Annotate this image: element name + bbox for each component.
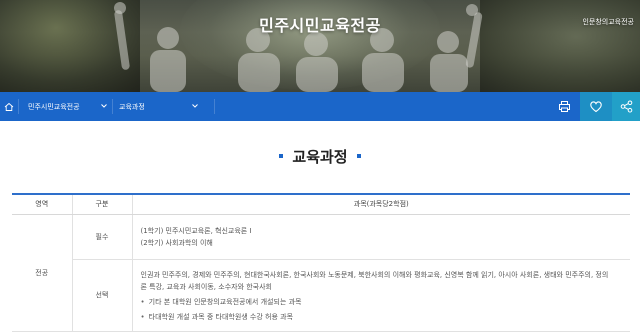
title-bullet-left — [279, 153, 284, 158]
share-icon — [620, 100, 632, 113]
subject-line: (1학기) 민주시민교육론, 혁신교육론 Ⅰ — [140, 227, 252, 235]
page-title: 교육과정 — [0, 146, 640, 167]
location-nav-bar: 민주시민교육전공 교육과정 — [0, 92, 640, 121]
header-area: 영역 — [12, 193, 72, 215]
cell-type-elective: 선택 — [71, 259, 132, 332]
nav-divider — [18, 99, 19, 114]
home-icon[interactable] — [0, 92, 18, 121]
chevron-down-icon — [192, 104, 198, 108]
share-button[interactable] — [612, 92, 640, 121]
banner-title: 민주시민교육전공 — [259, 16, 381, 35]
header-type: 구분 — [71, 193, 132, 215]
title-bullet-right — [356, 153, 361, 158]
print-icon — [558, 101, 570, 112]
curriculum-table: 영역 구분 과목(과목당2학점) 전공 필수 (1학기) 민주시민교육론, 혁신… — [12, 193, 630, 332]
nav-dropdown-major-label: 민주시민교육전공 — [28, 102, 80, 111]
heart-icon — [590, 101, 602, 113]
hero-banner: 민주시민교육전공 인문창의교육전공 — [0, 0, 640, 92]
nav-dropdown-major[interactable]: 민주시민교육전공 — [28, 92, 112, 121]
header-subjects: 과목(과목당2학점) — [131, 193, 630, 215]
nav-divider — [112, 99, 113, 114]
nav-divider — [214, 99, 215, 114]
cell-elective-subjects: 인권과 민주주의, 경제와 민주주의, 현대한국사회론, 한국사회와 노동문제,… — [131, 259, 630, 332]
nav-dropdown-menu-label: 교육과정 — [119, 102, 145, 111]
cell-area: 전공 — [12, 214, 72, 332]
table-header-row: 영역 구분 과목(과목당2학점) — [12, 193, 630, 215]
table-row: 선택 인권과 민주주의, 경제와 민주주의, 현대한국사회론, 한국사회와 노동… — [12, 259, 630, 332]
note-bullet: 기타 본 대학원 인문창의교육전공에서 개설되는 과목 — [141, 296, 623, 308]
print-button[interactable] — [548, 92, 580, 121]
subject-line: 론 특강, 교육과 사회이동, 소수자와 한국사회 — [140, 282, 273, 291]
banner-subtitle: 인문창의교육전공 — [582, 18, 634, 26]
subject-line: (2학기) 사회과학의 이해 — [140, 239, 213, 247]
page-title-text: 교육과정 — [292, 148, 348, 166]
favorite-button[interactable] — [580, 92, 612, 121]
table-row: 전공 필수 (1학기) 민주시민교육론, 혁신교육론 Ⅰ (2학기) 사회과학의… — [12, 214, 630, 332]
nav-dropdown-menu[interactable]: 교육과정 — [119, 92, 203, 121]
note-bullet: 타대학원 개설 과목 중 타대학원생 수강 허용 과목 — [141, 311, 623, 323]
chevron-down-icon — [101, 104, 107, 108]
subject-line: 인권과 민주주의, 경제와 민주주의, 현대한국사회론, 한국사회와 노동문제,… — [140, 270, 609, 279]
cell-type-required: 필수 — [71, 214, 132, 260]
cell-required-subjects: (1학기) 민주시민교육론, 혁신교육론 Ⅰ (2학기) 사회과학의 이해 — [131, 214, 630, 260]
